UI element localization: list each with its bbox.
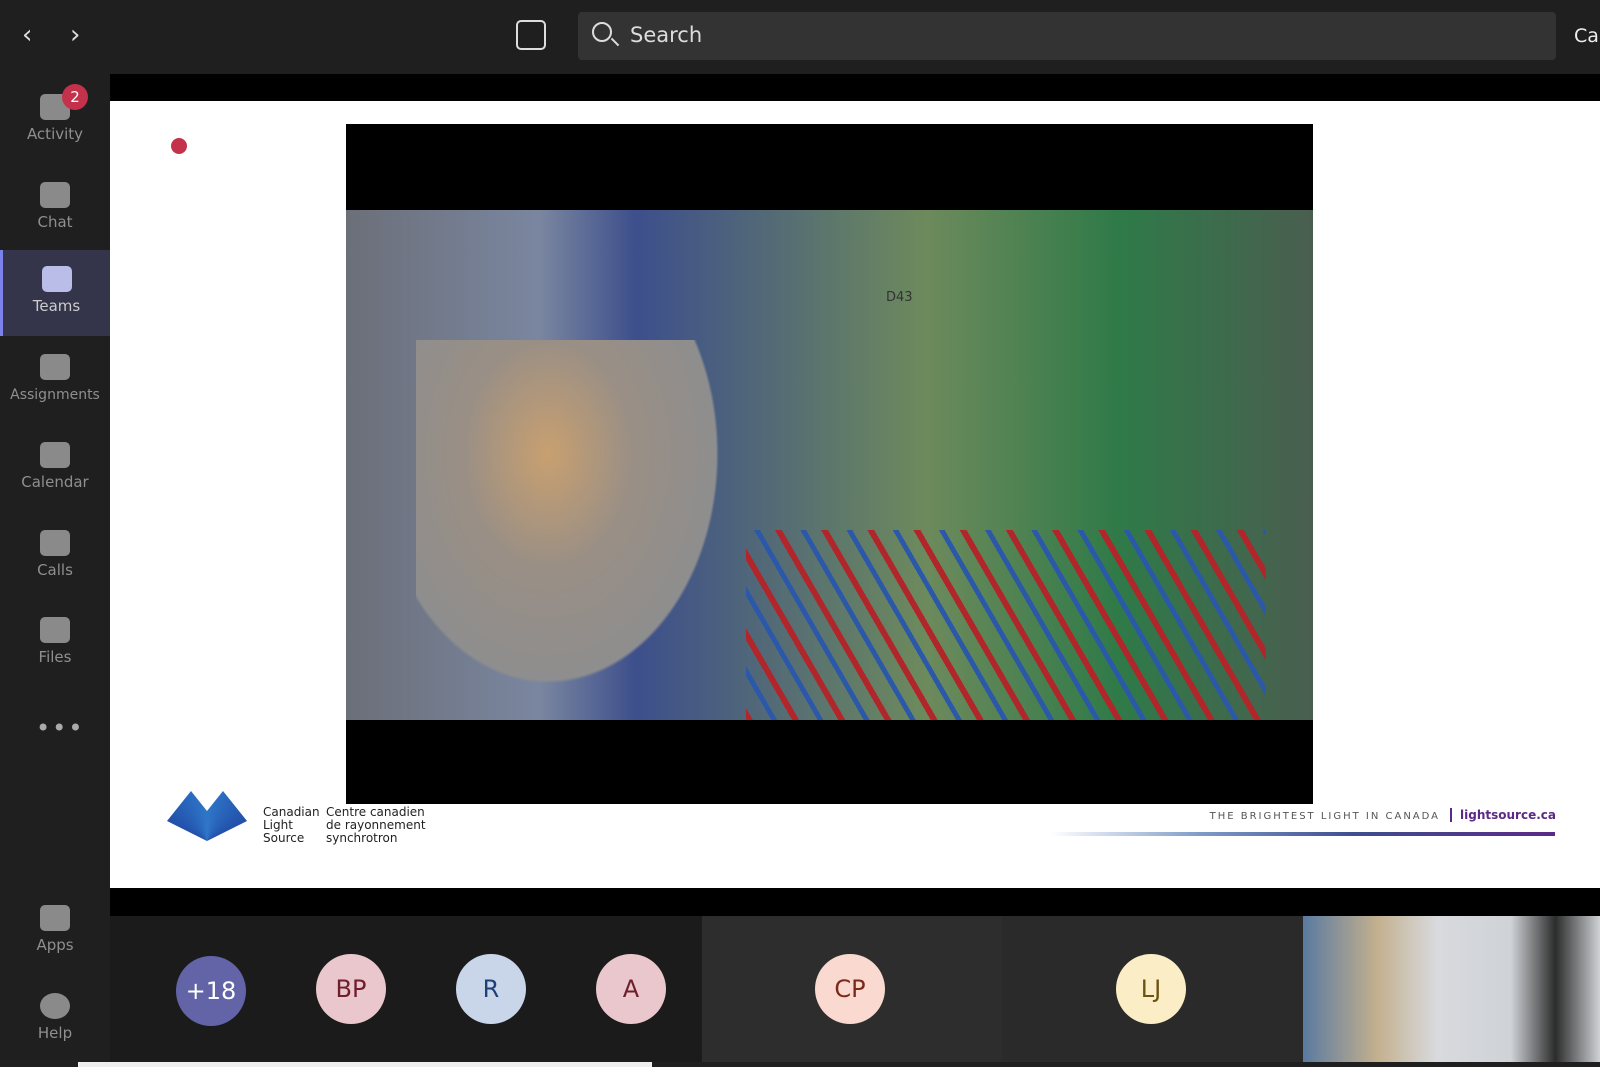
logo-text-en: Canadian Light Source (263, 805, 320, 845)
participant-avatar[interactable]: LJ (1116, 954, 1186, 1024)
activity-badge: 2 (62, 84, 88, 110)
sidebar-item-files[interactable]: Files (0, 601, 110, 687)
tagline-text: THE BRIGHTEST LIGHT IN CANADA (1209, 811, 1441, 822)
slide-video[interactable]: D43 (346, 124, 1313, 804)
title-bar: ‹ › Search Ca (0, 0, 1600, 74)
sidebar-item-label: Activity (26, 125, 84, 143)
sidebar-item-chat[interactable]: Chat (0, 166, 110, 252)
sidebar-item-assignments[interactable]: Assignments (0, 338, 110, 424)
slide-tagline: THE BRIGHTEST LIGHT IN CANADA lightsource… (1210, 808, 1556, 822)
chat-icon (40, 182, 70, 208)
sidebar: 2 Activity Chat Teams Assignments Calenda… (0, 74, 110, 1067)
shared-content-stage: D43 Canadian Light Source Centre canadien d… (110, 74, 1600, 916)
teams-icon (41, 266, 72, 292)
horizontal-scrollbar[interactable] (78, 1062, 652, 1067)
sidebar-item-label: Calendar (21, 473, 89, 491)
files-icon (40, 617, 70, 643)
sidebar-item-label: Chat (37, 213, 73, 231)
compose-icon[interactable] (516, 20, 546, 50)
gradient-divider (1050, 832, 1555, 836)
participant-avatar[interactable]: BP (316, 954, 386, 1024)
equipment-label: D43 (886, 290, 913, 305)
cls-logo (167, 791, 247, 851)
sidebar-item-label: Help (37, 1024, 73, 1042)
sidebar-item-label: Calls (37, 561, 73, 579)
participant-avatar[interactable]: R (456, 954, 526, 1024)
sidebar-item-apps[interactable]: Apps (0, 889, 110, 975)
sidebar-item-activity[interactable]: 2 Activity (0, 78, 110, 164)
search-input[interactable]: Search (578, 12, 1556, 60)
overflow-participants-avatar[interactable]: +18 (176, 956, 246, 1026)
assignments-icon (40, 354, 70, 380)
sidebar-item-label: Apps (36, 936, 74, 954)
truncated-header-text: Ca (1574, 25, 1599, 47)
sidebar-item-teams[interactable]: Teams (0, 250, 110, 336)
logo-fan-icon (167, 791, 247, 841)
calendar-icon (40, 442, 70, 468)
search-placeholder: Search (630, 23, 703, 47)
presenter-image (416, 340, 746, 720)
participant-avatar[interactable]: CP (815, 954, 885, 1024)
recording-indicator (171, 138, 187, 154)
cables-image (746, 530, 1266, 720)
participant-video[interactable] (1303, 916, 1600, 1062)
sidebar-item-help[interactable]: Help (0, 977, 110, 1063)
sidebar-item-label: Teams (32, 297, 81, 315)
participant-strip: +18 BP R A CP LJ (110, 916, 1600, 1062)
search-icon (592, 22, 612, 42)
website-link: lightsource.ca (1450, 808, 1556, 822)
forward-button[interactable]: › (70, 20, 80, 50)
participant-avatar[interactable]: A (596, 954, 666, 1024)
back-button[interactable]: ‹ (22, 20, 32, 50)
logo-text-fr: Centre canadien de rayonnement synchrotron (326, 805, 426, 845)
sidebar-item-calendar[interactable]: Calendar (0, 426, 110, 512)
sidebar-item-calls[interactable]: Calls (0, 514, 110, 600)
help-icon (40, 993, 70, 1019)
presentation-slide: D43 Canadian Light Source Centre canadien d… (110, 101, 1600, 888)
apps-icon (40, 905, 70, 931)
more-apps-button[interactable]: ••• (36, 714, 84, 742)
sidebar-item-label: Assignments (10, 387, 100, 403)
video-frame-beamline: D43 (346, 210, 1313, 720)
sidebar-item-label: Files (38, 648, 72, 666)
phone-icon (40, 530, 70, 556)
